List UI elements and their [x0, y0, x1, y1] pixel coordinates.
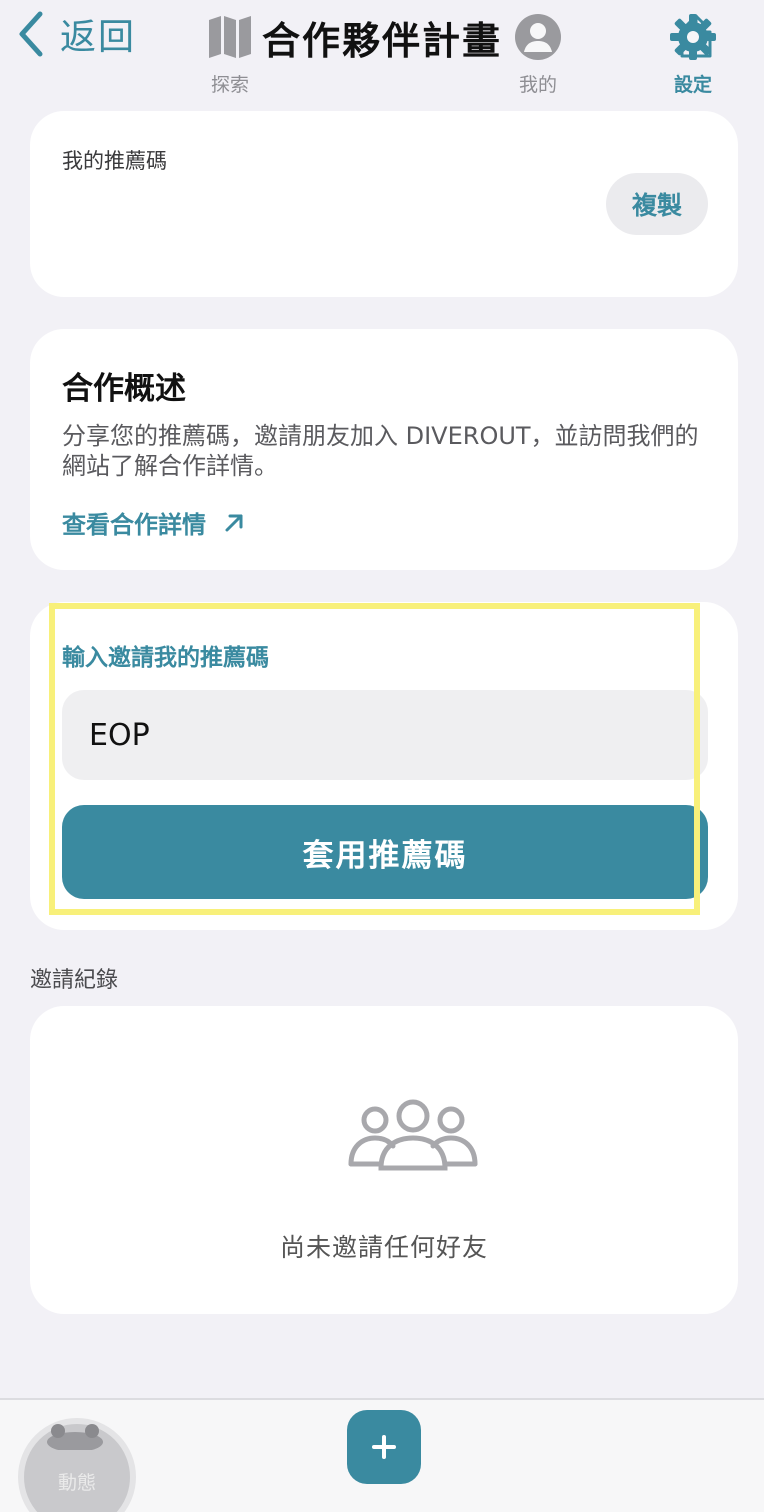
plus-icon — [372, 1435, 396, 1459]
tab-profile[interactable]: 我的 — [483, 12, 593, 104]
invite-code-input[interactable] — [62, 690, 708, 780]
tab-explore[interactable]: 探索 — [175, 12, 285, 104]
map-icon — [209, 16, 251, 58]
view-details-label: 查看合作詳情 — [62, 511, 206, 539]
feed-avatar-icon — [47, 1424, 103, 1450]
tab-explore-label: 探索 — [210, 74, 249, 96]
add-button[interactable] — [347, 1410, 421, 1484]
person-icon — [515, 14, 561, 60]
overview-card: 合作概述 分享您的推薦碼，邀請朋友加入 DIVEROUT，並訪問我們的網站了解合… — [30, 329, 738, 570]
tab-settings-label: 設定 — [673, 74, 712, 96]
invite-records-card: 尚未邀請任何好友 — [30, 1006, 738, 1314]
tab-profile-label: 我的 — [518, 74, 557, 96]
invite-code-label: 輸入邀請我的推薦碼 — [62, 645, 269, 671]
view-details-link[interactable]: 查看合作詳情 — [62, 505, 246, 540]
referral-code-card: 我的推薦碼 複製 — [30, 111, 738, 297]
invite-code-card: 輸入邀請我的推薦碼 套用推薦碼 — [30, 602, 738, 930]
empty-state-text: 尚未邀請任何好友 — [279, 1233, 488, 1262]
copy-button[interactable]: 複製 — [606, 173, 708, 235]
gear-icon — [670, 14, 716, 60]
overview-description: 分享您的推薦碼，邀請朋友加入 DIVEROUT，並訪問我們的網站了解合作詳情。 — [62, 422, 699, 480]
tab-feed-label: 動態 — [57, 1472, 96, 1494]
apply-code-button[interactable]: 套用推薦碼 — [62, 805, 708, 899]
external-link-arrow-icon — [225, 514, 243, 531]
overview-title: 合作概述 — [62, 371, 186, 407]
referral-code-label: 我的推薦碼 — [62, 149, 167, 173]
invite-records-label: 邀請紀錄 — [30, 968, 119, 993]
tab-settings[interactable]: 設定 — [638, 12, 748, 104]
people-group-icon — [348, 1099, 478, 1171]
